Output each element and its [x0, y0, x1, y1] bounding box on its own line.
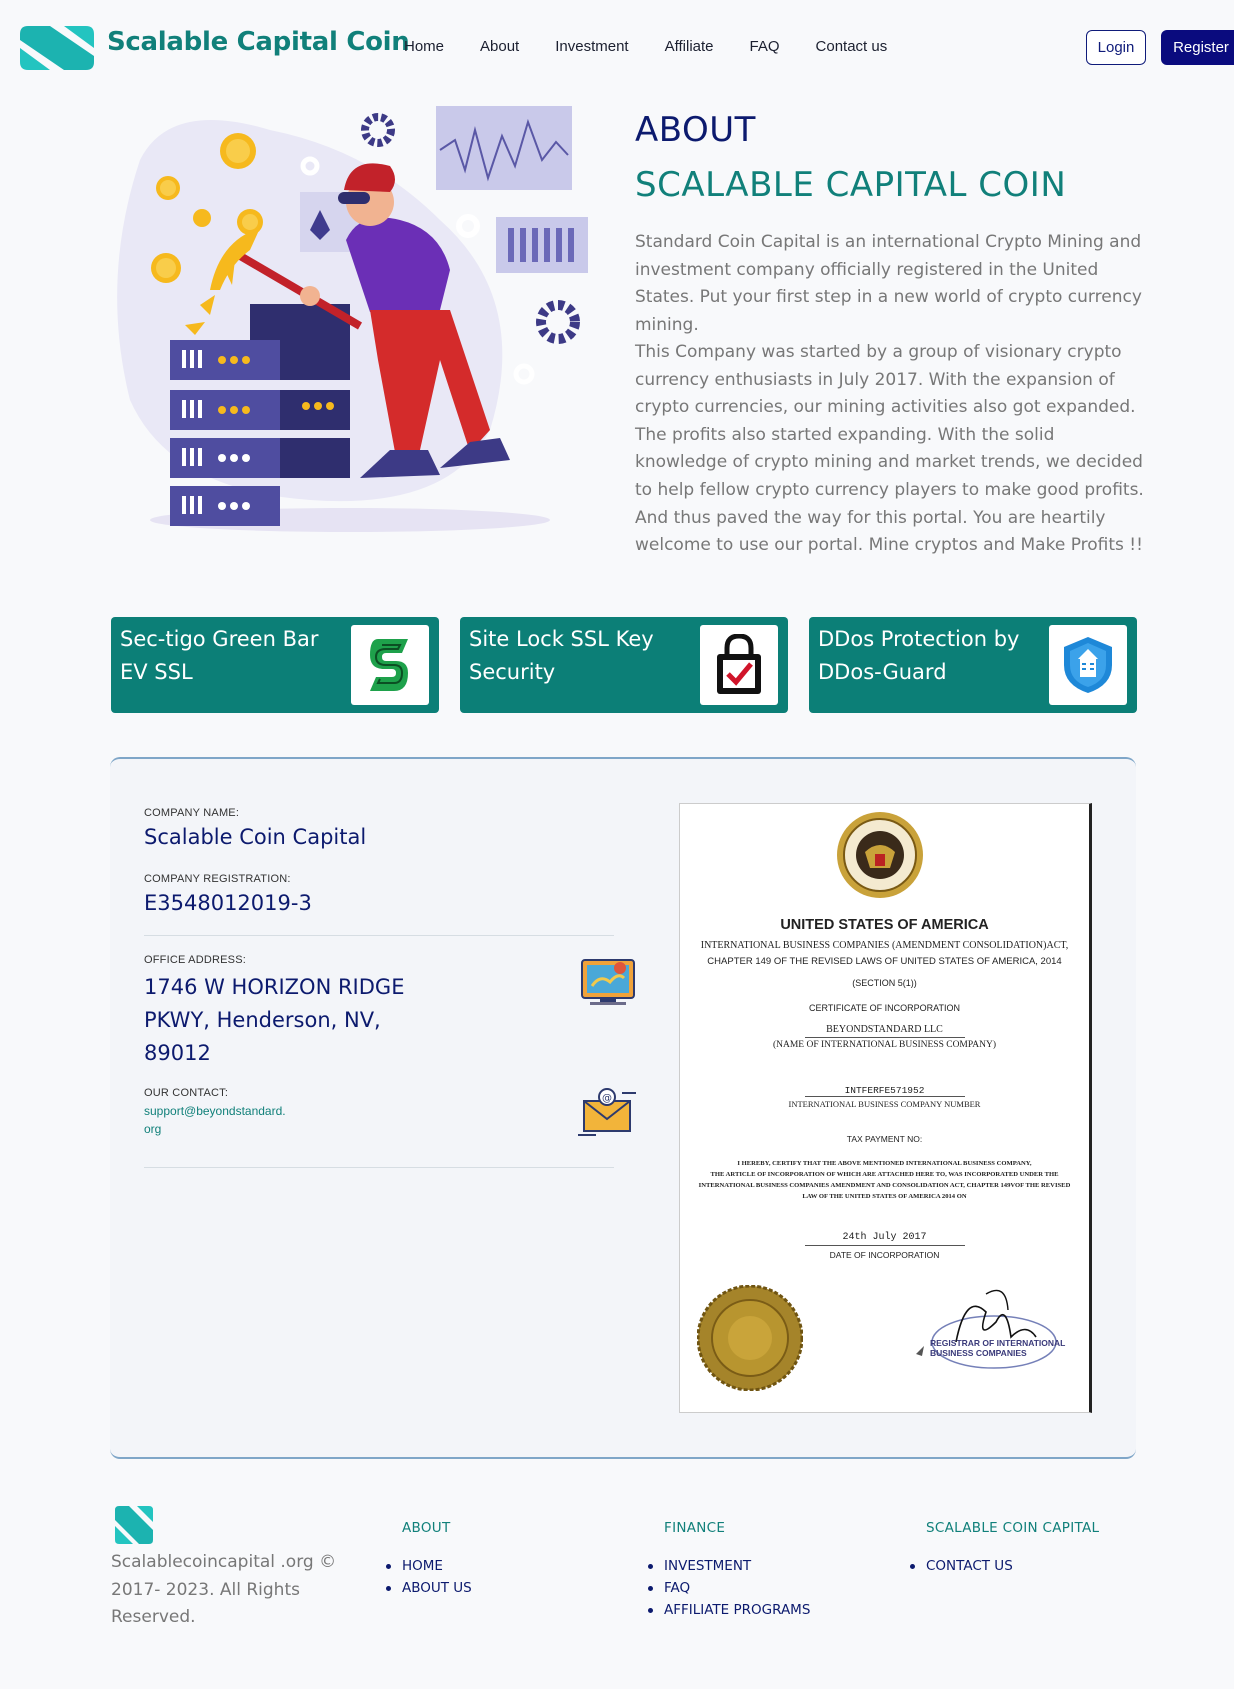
crypto-mining-illustration	[117, 106, 588, 532]
office-address-label: OFFICE ADDRESS:	[144, 954, 247, 966]
about-heading: ABOUT	[635, 110, 756, 150]
sectigo-icon	[351, 625, 429, 705]
underline	[805, 1245, 965, 1246]
certificate-company: BEYONDSTANDARD LLC	[826, 1024, 943, 1035]
map-location-icon	[581, 959, 635, 1005]
footer-link-contact-us[interactable]: CONTACT US	[908, 1555, 1013, 1577]
certificate-number-caption: INTERNATIONAL BUSINESS COMPANY NUMBER	[788, 1099, 981, 1109]
login-button[interactable]: Login	[1086, 30, 1146, 65]
svg-text:@: @	[602, 1093, 612, 1104]
company-registration-label: COMPANY REGISTRATION:	[144, 873, 291, 885]
top-navbar: Scalable Capital Coin Home About Investm…	[0, 0, 1234, 95]
footer-link-affiliate-programs[interactable]: AFFILIATE PROGRAMS	[646, 1599, 810, 1621]
certificate-number: INTFERFE571952	[844, 1085, 925, 1096]
certificate-title: CERTIFICATE OF INCORPORATION	[808, 1003, 960, 1013]
security-card-label: Site Lock SSL Key Security	[469, 627, 654, 684]
certificate-body-line-4: LAW OF THE UNITED STATES OF AMERICA 2014…	[802, 1193, 967, 1200]
about-subheading: SCALABLE CAPITAL COIN	[635, 165, 1067, 205]
register-button[interactable]: Register	[1161, 30, 1234, 65]
about-paragraph-1: Standard Coin Capital is an internationa…	[635, 232, 1142, 335]
contact-label: OUR CONTACT:	[144, 1087, 229, 1099]
footer-company-heading: SCALABLE COIN CAPITAL	[926, 1520, 1100, 1536]
security-card-ddos-guard: DDos Protection by DDos-Guard	[809, 617, 1137, 713]
brand-name[interactable]: Scalable Capital Coin	[107, 27, 410, 57]
about-paragraph-2: This Company was started by a group of v…	[635, 342, 1144, 556]
underline	[805, 1096, 965, 1097]
registrar-caption: REGISTRAR OF INTERNATIONAL BUSINESS COMP…	[930, 1338, 1066, 1358]
certificate-body-line-3: INTERNATIONAL BUSINESS COMPANIES AMENDME…	[698, 1182, 1071, 1189]
certificate-act-line-1: INTERNATIONAL BUSINESS COMPANIES (AMENDM…	[700, 940, 1069, 951]
certificate-body-line-2: THE ARTICLE OF INCORPORATION OF WHICH AR…	[710, 1171, 1059, 1178]
ddos-guard-icon	[1049, 625, 1127, 705]
security-card-sitelock: Site Lock SSL Key Security	[460, 617, 788, 713]
contact-email[interactable]: support@beyondstandard.org	[144, 1102, 289, 1138]
gold-seal-icon	[697, 1285, 803, 1391]
company-name: Scalable Coin Capital	[144, 825, 367, 849]
certificate-tax: TAX PAYMENT NO:	[846, 1134, 923, 1144]
nav-home[interactable]: Home	[404, 38, 444, 55]
office-address: 1746 W HORIZON RIDGE PKWY, Henderson, NV…	[144, 975, 405, 1065]
nav-contact[interactable]: Contact us	[816, 38, 888, 55]
footer-logo-icon[interactable]	[115, 1506, 153, 1544]
footer-link-home[interactable]: HOME	[384, 1555, 472, 1577]
certificate-country: UNITED STATES OF AMERICA	[780, 917, 989, 933]
underline	[805, 1037, 965, 1038]
footer-finance-links: INVESTMENT FAQ AFFILIATE PROGRAMS	[646, 1555, 810, 1621]
certificate-of-incorporation[interactable]: UNITED STATES OF AMERICA INTERNATIONAL B…	[679, 803, 1092, 1413]
main-menu: Home About Investment Affiliate FAQ Cont…	[404, 38, 923, 55]
footer-link-about-us[interactable]: ABOUT US	[384, 1577, 472, 1599]
footer-finance-heading: FINANCE	[664, 1520, 726, 1536]
footer-link-faq[interactable]: FAQ	[646, 1577, 810, 1599]
footer-company-links: CONTACT US	[908, 1555, 1013, 1577]
nav-investment[interactable]: Investment	[555, 38, 628, 55]
divider	[144, 1167, 614, 1168]
presidential-seal-icon	[837, 812, 923, 898]
nav-faq[interactable]: FAQ	[750, 38, 780, 55]
certificate-act-line-2: CHAPTER 149 OF THE REVISED LAWS OF UNITE…	[707, 956, 1062, 967]
footer-copyright: Scalablecoincapital .org © 2017- 2023. A…	[111, 1552, 337, 1627]
footer-link-investment[interactable]: INVESTMENT	[646, 1555, 810, 1577]
brand-logo-icon[interactable]	[20, 26, 94, 70]
company-name-label: COMPANY NAME:	[144, 807, 240, 819]
nav-about[interactable]: About	[480, 38, 519, 55]
security-card-label: DDos Protection by DDos-Guard	[818, 627, 1020, 684]
security-card-label: Sec-tigo Green Bar EV SSL	[120, 627, 319, 684]
certificate-date: 24th July 2017	[842, 1232, 927, 1243]
certificate-company-caption: (NAME OF INTERNATIONAL BUSINESS COMPANY)	[772, 1040, 997, 1050]
email-envelope-icon: @	[578, 1088, 636, 1136]
nav-affiliate[interactable]: Affiliate	[665, 38, 714, 55]
certificate-date-caption: DATE OF INCORPORATION	[829, 1250, 940, 1260]
footer-about-links: HOME ABOUT US	[384, 1555, 472, 1599]
registrar-signature-icon	[916, 1289, 1057, 1369]
sitelock-icon	[700, 625, 778, 705]
divider	[144, 935, 614, 936]
certificate-section: (SECTION 5(1))	[852, 978, 917, 988]
company-registration: E3548012019-3	[144, 891, 312, 915]
footer-about-heading: ABOUT	[402, 1520, 451, 1536]
certificate-body-line-1: I HEREBY, CERTIFY THAT THE ABOVE MENTION…	[737, 1160, 1032, 1167]
security-card-sectigo: Sec-tigo Green Bar EV SSL	[111, 617, 439, 713]
